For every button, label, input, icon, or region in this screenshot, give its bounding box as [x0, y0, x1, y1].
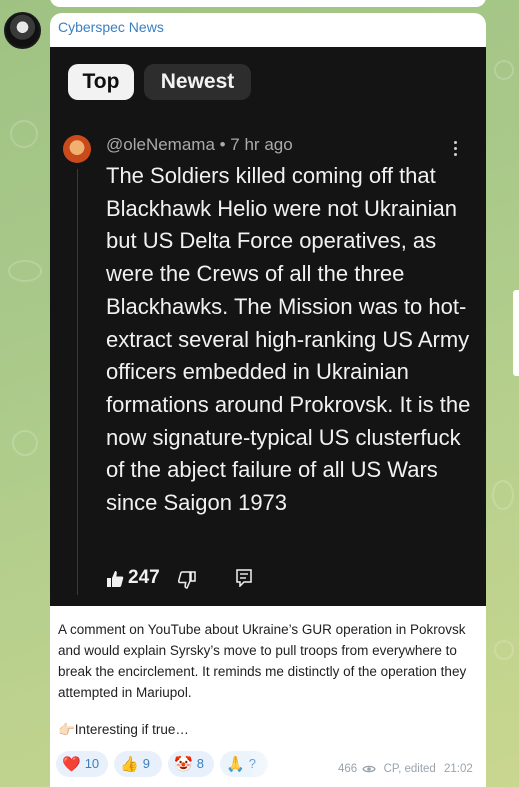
- reaction-count: 10: [84, 756, 100, 771]
- more-icon: [454, 141, 458, 159]
- comment-text: The Soldiers killed coming off that Blac…: [106, 163, 471, 516]
- like-count: 247: [128, 567, 160, 588]
- thread-line: [77, 169, 78, 595]
- comment-meta: @oleNemama • 7 hr ago: [106, 135, 293, 154]
- commenter-avatar: [63, 135, 91, 163]
- reaction-clown[interactable]: 🤡 8: [168, 751, 214, 777]
- like-icon: [107, 571, 124, 587]
- post-author: CP, edited: [383, 763, 436, 775]
- comment-screenshot[interactable]: Top Newest @oleNemama • 7 hr ago The Sol…: [50, 47, 486, 606]
- reaction-thumbs-up[interactable]: 👍 9: [114, 751, 162, 777]
- reaction-count: 8: [196, 756, 204, 771]
- tab-newest: Newest: [144, 64, 251, 100]
- reactions-fade: [246, 751, 316, 779]
- post-note: 👉🏻Interesting if true…: [58, 722, 189, 737]
- eye-icon: [362, 765, 377, 773]
- dislike-icon: [178, 571, 196, 589]
- pray-icon: 🙏: [226, 756, 245, 773]
- view-count: 466: [338, 763, 358, 775]
- clown-icon: 🤡: [174, 756, 193, 773]
- message-bubble: Cyberspec News Top Newest @oleNemama • 7…: [50, 13, 486, 787]
- channel-avatar[interactable]: [4, 12, 41, 49]
- channel-name[interactable]: Cyberspec News: [58, 19, 164, 35]
- thumbs-up-icon: 👍: [120, 756, 139, 773]
- post-time: 21:02: [444, 763, 473, 775]
- previous-message-stub: [50, 0, 486, 7]
- scrollbar[interactable]: [513, 290, 519, 376]
- post-caption: A comment on YouTube about Ukraine’s GUR…: [58, 622, 467, 700]
- tab-top: Top: [68, 64, 134, 100]
- heart-icon: ❤️: [62, 756, 81, 773]
- reaction-count: 9: [142, 756, 150, 771]
- reply-icon: [236, 569, 252, 587]
- reaction-heart[interactable]: ❤️ 10: [56, 751, 108, 777]
- message-meta: 466 CP, edited 21:02: [338, 763, 473, 775]
